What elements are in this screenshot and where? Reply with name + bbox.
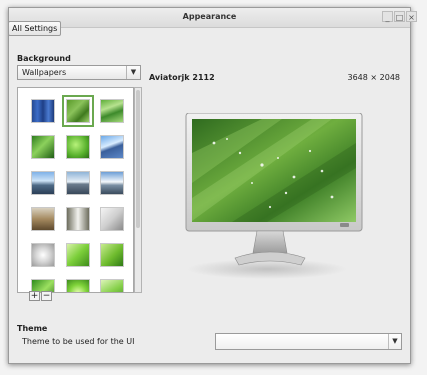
thumb-green-light[interactable] bbox=[66, 279, 90, 292]
thumb-green-leaf-drops[interactable] bbox=[62, 95, 94, 127]
thumb-blue-stripes[interactable] bbox=[31, 99, 55, 123]
thumb-boats[interactable] bbox=[66, 171, 90, 195]
monitor-icon bbox=[185, 112, 363, 279]
wallpaper-dimensions: 3648 × 2048 bbox=[347, 73, 400, 82]
combo-selected-label: Wallpapers bbox=[22, 68, 67, 77]
thumb-white-flower[interactable] bbox=[31, 243, 55, 267]
theme-description-label: Theme to be used for the UI bbox=[22, 337, 135, 346]
thumbnail-scrollbar[interactable] bbox=[134, 87, 142, 293]
minimize-button[interactable]: _ bbox=[382, 11, 393, 22]
title-bar[interactable]: Appearance _ □ × bbox=[9, 8, 417, 28]
maximize-button[interactable]: □ bbox=[394, 11, 405, 22]
thumb-grass-field[interactable] bbox=[31, 207, 55, 231]
thumb-green-plant[interactable] bbox=[66, 243, 90, 267]
all-settings-button[interactable]: All Settings bbox=[8, 21, 62, 36]
thumb-green-leaf[interactable] bbox=[31, 135, 55, 159]
background-section-label: Background bbox=[17, 54, 71, 63]
wallpaper-name: Aviatorjk 2112 bbox=[149, 73, 215, 82]
thumb-green-rays[interactable] bbox=[100, 279, 124, 292]
thumb-green-blades[interactable] bbox=[100, 99, 124, 123]
close-button[interactable]: × bbox=[406, 11, 417, 22]
scrollbar-handle[interactable] bbox=[136, 90, 140, 228]
wallpaper-source-combo[interactable]: Wallpapers ▼ bbox=[17, 65, 141, 80]
thumb-blue-mountain[interactable] bbox=[100, 135, 124, 159]
thumb-green-swirl[interactable] bbox=[100, 243, 124, 267]
remove-wallpaper-button[interactable]: − bbox=[41, 291, 52, 301]
chevron-down-icon: ▼ bbox=[126, 66, 140, 79]
wallpaper-thumbnail-grid bbox=[17, 87, 134, 293]
thumb-green-macro[interactable] bbox=[66, 135, 90, 159]
thumb-lake-rocks[interactable] bbox=[31, 171, 55, 195]
chevron-down-icon: ▼ bbox=[388, 334, 401, 349]
window-title: Appearance bbox=[182, 12, 237, 21]
add-wallpaper-button[interactable]: + bbox=[29, 291, 40, 301]
thumb-grey-bird[interactable] bbox=[100, 207, 124, 231]
thumb-snowy-mountain[interactable] bbox=[100, 171, 124, 195]
theme-section-label: Theme bbox=[17, 324, 48, 333]
thumb-waterfall[interactable] bbox=[66, 207, 90, 231]
monitor-preview bbox=[172, 112, 370, 281]
theme-combo[interactable]: ▼ bbox=[215, 333, 402, 350]
